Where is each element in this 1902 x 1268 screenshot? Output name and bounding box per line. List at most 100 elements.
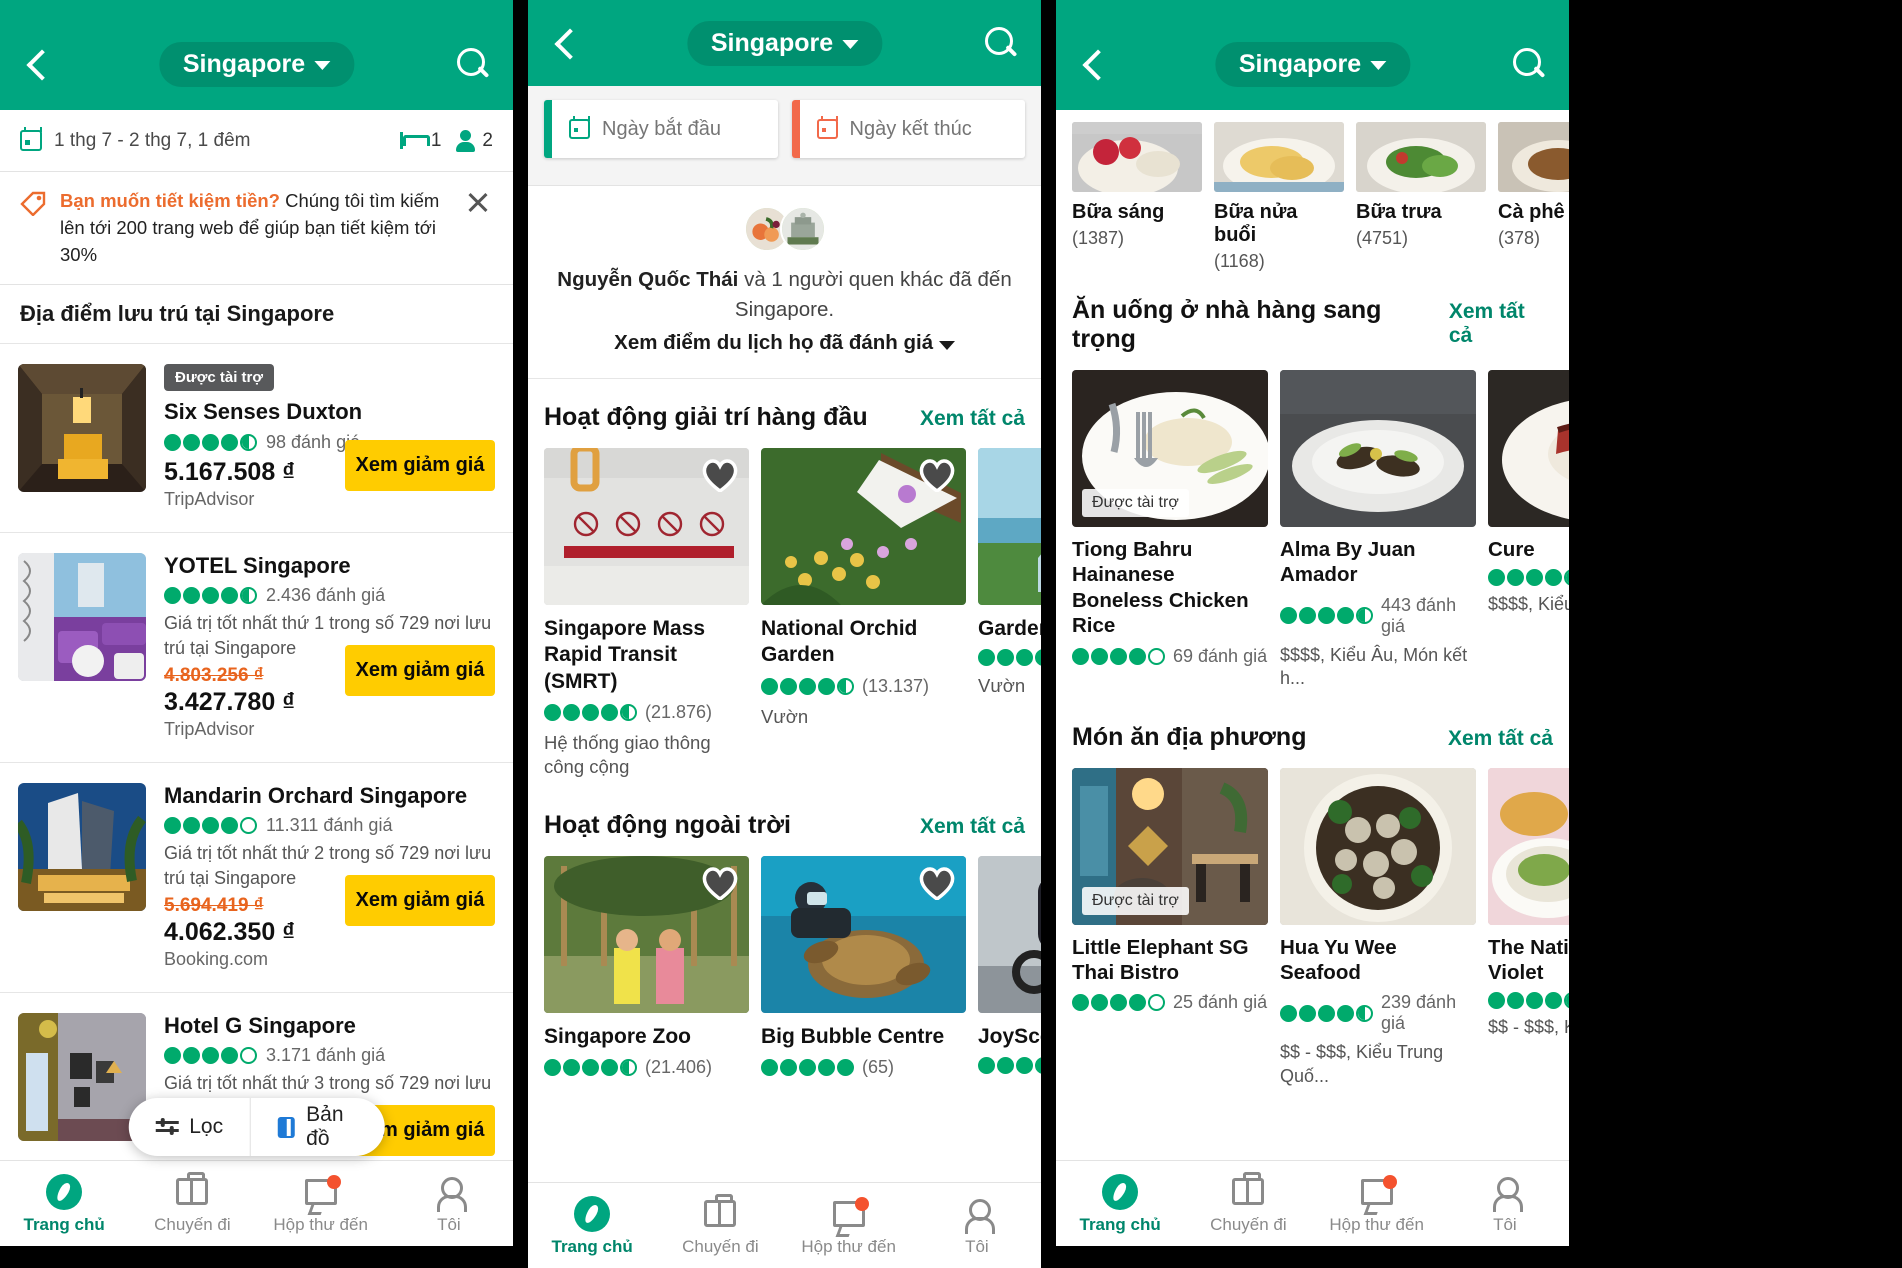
see-friend-reviews-link[interactable]: Xem điểm du lịch họ đã đánh giá bbox=[544, 328, 1025, 358]
favorite-heart-icon[interactable] bbox=[701, 866, 739, 902]
see-all-link[interactable]: Xem tất cả bbox=[920, 407, 1025, 431]
list-item[interactable]: Bữa nửa buổi (1168) bbox=[1214, 122, 1344, 272]
close-icon[interactable] bbox=[463, 188, 493, 218]
restaurant-image[interactable]: Được tài trợ bbox=[1072, 767, 1268, 925]
favorite-heart-icon[interactable] bbox=[918, 866, 956, 902]
nav-item-trips[interactable]: Chuyến đi bbox=[656, 1194, 784, 1257]
restaurant-card-row[interactable]: Được tài trợ Tiong Bahru Hainanese Bonel… bbox=[1056, 370, 1569, 699]
see-all-link[interactable]: Xem tất cả bbox=[1449, 300, 1553, 348]
start-date-field[interactable]: Ngày bắt đầu bbox=[544, 100, 778, 158]
city-selector-button[interactable]: Singapore bbox=[1214, 41, 1411, 87]
nav-item-me[interactable]: Tôi bbox=[913, 1195, 1041, 1257]
meal-name: Bữa trưa bbox=[1356, 201, 1442, 223]
back-arrow-icon[interactable] bbox=[550, 26, 584, 60]
nav-item-home[interactable]: Trang chủ bbox=[1056, 1173, 1184, 1235]
search-icon[interactable] bbox=[981, 24, 1019, 62]
nav-item-me[interactable]: Tôi bbox=[385, 1173, 513, 1235]
occupancy-summary[interactable]: 1 2 bbox=[399, 130, 493, 152]
restaurant-image[interactable] bbox=[1280, 370, 1476, 527]
view-deal-button[interactable]: Xem giảm giá bbox=[345, 644, 495, 696]
nav-item-trips[interactable]: Chuyến đi bbox=[128, 1172, 256, 1235]
restaurant-image[interactable]: Được tài trợ bbox=[1072, 370, 1268, 527]
list-item[interactable]: Singapore Zoo (21.406) bbox=[544, 856, 749, 1078]
meal-category-row[interactable]: Bữa sáng (1387) Bữa nửa buổi (1168) Bữa … bbox=[1056, 122, 1569, 272]
attraction-image[interactable] bbox=[544, 448, 749, 606]
see-all-link[interactable]: Xem tất cả bbox=[1448, 727, 1553, 751]
filter-button[interactable]: Lọc bbox=[128, 1098, 250, 1156]
meal-image[interactable] bbox=[1214, 122, 1344, 192]
table-row[interactable]: YOTEL Singapore 2.436 đánh giá Giá trị t… bbox=[0, 533, 513, 763]
chevron-down-icon bbox=[314, 61, 331, 70]
list-item[interactable]: Bữa trưa (4751) bbox=[1356, 122, 1486, 272]
list-item[interactable]: Hua Yu Wee Seafood 239 đánh giá $$ - $$$… bbox=[1280, 767, 1476, 1089]
city-selector-button[interactable]: Singapore bbox=[158, 41, 355, 87]
hotel-thumbnail[interactable] bbox=[18, 552, 146, 681]
list-item[interactable]: The National by Violet $$ - $$$, K... bbox=[1488, 767, 1569, 1089]
attraction-image[interactable] bbox=[544, 856, 749, 1013]
avatar bbox=[779, 206, 826, 252]
attraction-image[interactable] bbox=[761, 856, 966, 1013]
suitcase-icon bbox=[1184, 1172, 1312, 1211]
view-deal-button[interactable]: Xem giảm giá bbox=[345, 874, 495, 926]
meal-image[interactable] bbox=[1072, 122, 1202, 192]
favorite-heart-icon[interactable] bbox=[701, 458, 739, 494]
restaurant-card-row[interactable]: Được tài trợ Little Elephant SG Thai Bis… bbox=[1056, 767, 1569, 1097]
restaurant-image[interactable] bbox=[1280, 767, 1476, 925]
date-guest-row[interactable]: 1 thg 7 - 2 thg 7, 1 đêm 1 2 bbox=[0, 110, 513, 172]
attraction-image[interactable] bbox=[978, 856, 1041, 1013]
attraction-card-row[interactable]: Singapore Mass Rapid Transit (SMRT) (21.… bbox=[528, 448, 1041, 787]
bottom-navigation: Trang chủ Chuyến đi Hộp thư đến Tôi bbox=[0, 1160, 513, 1246]
back-arrow-icon[interactable] bbox=[1078, 47, 1112, 81]
list-item[interactable]: JoyScoot bbox=[978, 856, 1041, 1078]
search-icon[interactable] bbox=[453, 45, 491, 83]
see-all-link[interactable]: Xem tất cả bbox=[920, 815, 1025, 839]
hotel-name: YOTEL Singapore bbox=[164, 552, 351, 578]
meal-image[interactable] bbox=[1498, 122, 1569, 192]
nav-item-inbox[interactable]: Hộp thư đến bbox=[1313, 1173, 1441, 1235]
view-deal-button[interactable]: Xem giảm giá bbox=[345, 440, 495, 492]
filter-label: Lọc bbox=[189, 1115, 224, 1138]
list-item[interactable]: Singapore Mass Rapid Transit (SMRT) (21.… bbox=[544, 448, 749, 779]
nav-item-me[interactable]: Tôi bbox=[1441, 1173, 1569, 1235]
attraction-image[interactable] bbox=[978, 448, 1041, 606]
map-button[interactable]: Bản đồ bbox=[250, 1098, 385, 1156]
city-selector-button[interactable]: Singapore bbox=[686, 20, 883, 66]
nav-label-home: Trang chủ bbox=[23, 1214, 105, 1234]
attraction-name: National Orchid Garden bbox=[761, 617, 918, 667]
list-item[interactable]: Được tài trợ Tiong Bahru Hainanese Bonel… bbox=[1072, 370, 1268, 691]
nav-item-inbox[interactable]: Hộp thư đến bbox=[785, 1195, 913, 1257]
hotel-thumbnail[interactable] bbox=[18, 364, 146, 493]
list-item[interactable]: Được tài trợ Little Elephant SG Thai Bis… bbox=[1072, 767, 1268, 1089]
list-item[interactable]: Bữa sáng (1387) bbox=[1072, 122, 1202, 272]
restaurant-image[interactable] bbox=[1488, 370, 1569, 527]
friend-activity-card[interactable]: Nguyễn Quốc Thái và 1 người quen khác đã… bbox=[528, 186, 1041, 380]
hotel-thumbnail[interactable] bbox=[18, 1012, 146, 1141]
table-row[interactable]: Được tài trợ Six Senses Duxton 98 đánh g… bbox=[0, 344, 513, 533]
search-icon[interactable] bbox=[1509, 45, 1547, 83]
friend-activity-text: Nguyễn Quốc Thái và 1 người quen khác đã… bbox=[544, 265, 1025, 324]
list-item[interactable]: Big Bubble Centre (65) bbox=[761, 856, 966, 1078]
list-item[interactable]: National Orchid Garden (13.137) Vườn bbox=[761, 448, 966, 779]
list-item[interactable]: Cure $$$$, Kiểu... bbox=[1488, 370, 1569, 691]
meal-image[interactable] bbox=[1356, 122, 1486, 192]
back-arrow-icon[interactable] bbox=[22, 47, 56, 81]
end-date-field[interactable]: Ngày kết thúc bbox=[791, 100, 1025, 158]
list-item[interactable]: Cà phê (378) bbox=[1498, 122, 1569, 272]
list-item[interactable]: Gardens Vườn bbox=[978, 448, 1041, 779]
panel-divider bbox=[1041, 0, 1056, 1268]
nav-item-inbox[interactable]: Hộp thư đến bbox=[257, 1173, 385, 1235]
attraction-image[interactable] bbox=[761, 448, 966, 606]
hotel-thumbnail[interactable] bbox=[18, 782, 146, 911]
restaurant-image[interactable] bbox=[1488, 767, 1569, 925]
section-header-attractions: Hoạt động giải trí hàng đầu Xem tất cả bbox=[528, 379, 1041, 448]
outdoor-card-row[interactable]: Singapore Zoo (21.406) Big Bubble Centre… bbox=[528, 856, 1041, 1086]
list-item[interactable]: Alma By Juan Amador 443 đánh giá $$$$, K… bbox=[1280, 370, 1476, 691]
end-date-placeholder: Ngày kết thúc bbox=[849, 117, 972, 140]
table-row[interactable]: Mandarin Orchard Singapore 11.311 đánh g… bbox=[0, 763, 513, 993]
nav-item-home[interactable]: Trang chủ bbox=[0, 1173, 128, 1235]
nav-item-home[interactable]: Trang chủ bbox=[528, 1195, 656, 1257]
nav-label-trips: Chuyến đi bbox=[1210, 1214, 1287, 1234]
nav-item-trips[interactable]: Chuyến đi bbox=[1184, 1172, 1312, 1235]
rating-row: (21.406) bbox=[544, 1057, 749, 1078]
favorite-heart-icon[interactable] bbox=[918, 458, 956, 494]
